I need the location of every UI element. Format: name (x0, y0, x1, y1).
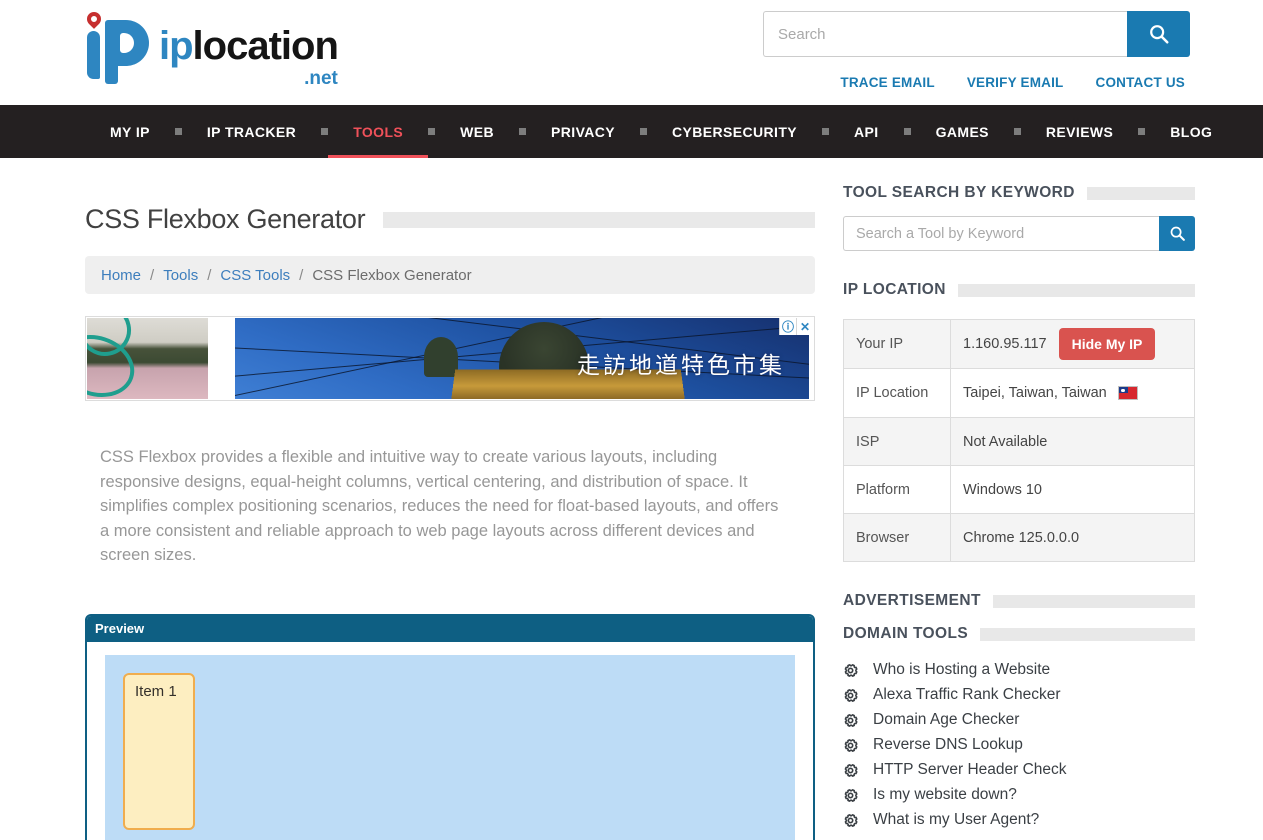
gear-icon (843, 738, 858, 753)
main-nav: MY IP IP TRACKER TOOLS WEB PRIVACY CYBER… (0, 105, 1263, 158)
nav-item-my-ip[interactable]: MY IP (85, 105, 175, 158)
list-item[interactable]: Domain Age Checker (843, 711, 1195, 729)
ad-building-turret (424, 337, 458, 377)
list-item[interactable]: What is my User Agent? (843, 811, 1195, 829)
site-header: iplocation .net TRACE EMAIL VERIFY EMAIL… (0, 0, 1263, 105)
nav-item-privacy[interactable]: PRIVACY (526, 105, 640, 158)
header-search-button[interactable] (1127, 11, 1190, 57)
row-label: ISP (844, 418, 951, 466)
nav-item-blog[interactable]: BLOG (1145, 105, 1237, 158)
search-icon (1169, 225, 1186, 242)
table-row: Browser Chrome 125.0.0.0 (844, 514, 1195, 562)
nav-separator (428, 128, 435, 135)
tool-search-input[interactable] (843, 216, 1159, 251)
row-label: Browser (844, 514, 951, 562)
nav-separator (519, 128, 526, 135)
search-icon (1148, 23, 1170, 45)
nav-item-reviews[interactable]: REVIEWS (1021, 105, 1138, 158)
nav-separator (1138, 128, 1145, 135)
verify-email-link[interactable]: VERIFY EMAIL (967, 75, 1064, 90)
breadcrumb: Home / Tools / CSS Tools / CSS Flexbox G… (85, 256, 815, 294)
table-row: IP Location Taipei, Taiwan, Taiwan (844, 369, 1195, 418)
breadcrumb-css-tools[interactable]: CSS Tools (220, 267, 290, 284)
gear-icon (843, 663, 858, 678)
nav-separator (904, 128, 911, 135)
table-row: ISP Not Available (844, 418, 1195, 466)
gear-icon (843, 788, 858, 803)
heading-decor-bar (958, 284, 1195, 297)
breadcrumb-current: CSS Flexbox Generator (312, 267, 471, 284)
table-row: Platform Windows 10 (844, 466, 1195, 514)
nav-item-api[interactable]: API (829, 105, 904, 158)
contact-us-link[interactable]: CONTACT US (1096, 75, 1186, 90)
site-logo[interactable]: iplocation .net (85, 12, 338, 90)
nav-item-games[interactable]: GAMES (911, 105, 1014, 158)
ad-right-image: 走訪地道特色市集 (235, 318, 809, 399)
nav-separator (175, 128, 182, 135)
nav-item-tools[interactable]: TOOLS (328, 105, 428, 158)
page-title: CSS Flexbox Generator (85, 204, 365, 235)
isp-value: Not Available (951, 418, 1195, 466)
heading-decor-bar (1087, 187, 1195, 200)
nav-item-ip-tracker[interactable]: IP TRACKER (182, 105, 321, 158)
flexbox-preview-item-1: Item 1 (123, 673, 195, 830)
ip-location-heading: IP LOCATION (843, 281, 946, 299)
advertisement-heading: ADVERTISEMENT (843, 592, 981, 610)
list-item[interactable]: Reverse DNS Lookup (843, 736, 1195, 754)
location-pin-icon (84, 9, 104, 29)
nav-item-web[interactable]: WEB (435, 105, 519, 158)
ad-info-icon[interactable]: ⓘ (779, 318, 796, 335)
ip-location-value: Taipei, Taiwan, Taiwan (963, 385, 1107, 401)
logo-net-suffix: .net (153, 68, 338, 90)
tool-description: CSS Flexbox provides a flexible and intu… (85, 445, 790, 568)
domain-tools-list: Who is Hosting a Website Alexa Traffic R… (843, 661, 1195, 829)
logo-wordmark: iplocation (159, 26, 338, 66)
row-label: IP Location (844, 369, 951, 418)
gear-icon (843, 813, 858, 828)
list-item[interactable]: Who is Hosting a Website (843, 661, 1195, 679)
table-row: Your IP 1.160.95.117 Hide My IP (844, 320, 1195, 369)
ad-banner[interactable]: 走訪地道特色市集 ⓘ ✕ (85, 316, 815, 401)
platform-value: Windows 10 (951, 466, 1195, 514)
breadcrumb-home[interactable]: Home (101, 267, 141, 284)
list-item[interactable]: Is my website down? (843, 786, 1195, 804)
heading-decor-bar (980, 628, 1195, 641)
header-search-input[interactable] (763, 11, 1127, 57)
preview-panel: Preview Item 1 (85, 614, 815, 840)
nav-separator (640, 128, 647, 135)
gear-icon (843, 713, 858, 728)
ip-location-table: Your IP 1.160.95.117 Hide My IP IP Locat… (843, 319, 1195, 562)
nav-separator (321, 128, 328, 135)
nav-separator (822, 128, 829, 135)
row-label: Your IP (844, 320, 951, 369)
domain-tools-heading: DOMAIN TOOLS (843, 625, 968, 643)
ad-left-image (87, 318, 208, 399)
tool-search-heading: TOOL SEARCH BY KEYWORD (843, 184, 1075, 202)
row-label: Platform (844, 466, 951, 514)
taiwan-flag-icon (1119, 387, 1137, 399)
browser-value: Chrome 125.0.0.0 (951, 514, 1195, 562)
flexbox-preview-container: Item 1 (105, 655, 795, 840)
gear-icon (843, 688, 858, 703)
heading-decor-bar (993, 595, 1195, 608)
preview-panel-header: Preview (87, 616, 813, 642)
your-ip-value: 1.160.95.117 (963, 336, 1047, 352)
nav-separator (1014, 128, 1021, 135)
nav-item-cybersecurity[interactable]: CYBERSECURITY (647, 105, 822, 158)
ad-close-icon[interactable]: ✕ (796, 318, 813, 335)
ad-caption: 走訪地道特色市集 (577, 346, 785, 380)
header-links: TRACE EMAIL VERIFY EMAIL CONTACT US (840, 75, 1185, 90)
breadcrumb-tools[interactable]: Tools (163, 267, 198, 284)
title-decor-bar (383, 212, 815, 228)
list-item[interactable]: HTTP Server Header Check (843, 761, 1195, 779)
list-item[interactable]: Alexa Traffic Rank Checker (843, 686, 1195, 704)
trace-email-link[interactable]: TRACE EMAIL (840, 75, 934, 90)
logo-ip-mark-icon (85, 12, 153, 84)
tool-search-button[interactable] (1159, 216, 1195, 251)
hide-my-ip-button[interactable]: Hide My IP (1059, 328, 1156, 360)
gear-icon (843, 763, 858, 778)
